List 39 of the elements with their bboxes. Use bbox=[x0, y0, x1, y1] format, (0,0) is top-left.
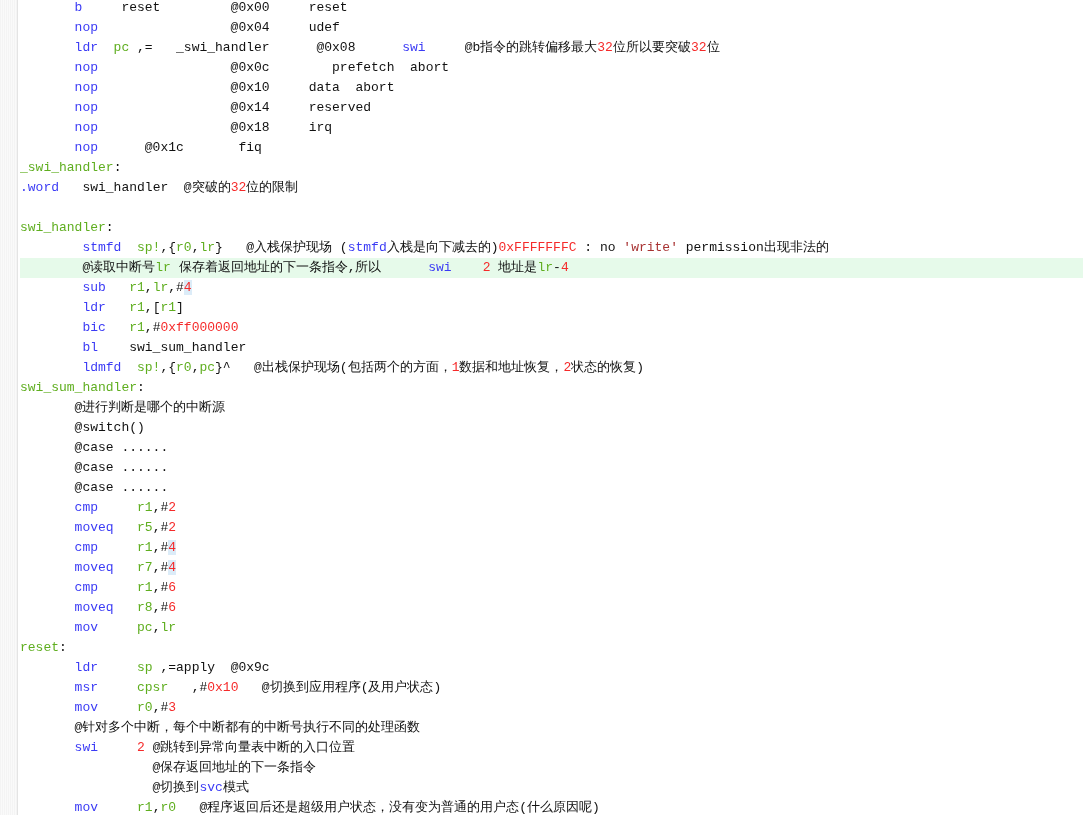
code-line: swi_sum_handler: bbox=[20, 379, 146, 397]
code-line: cmp r1,#4 bbox=[73, 539, 178, 557]
code-line: nop @0x0c prefetch abort bbox=[73, 59, 451, 77]
code-line: @case ...... bbox=[73, 439, 170, 457]
code-line: reset: bbox=[20, 639, 68, 657]
code-line: swi 2 @跳转到异常向量表中断的入口位置 bbox=[73, 739, 357, 757]
code-line: @切换到svc模式 bbox=[151, 779, 250, 797]
code-line: nop @0x04 udef bbox=[73, 19, 341, 37]
code-line: sub r1,lr,#4 bbox=[81, 279, 193, 297]
code-line: msr cpsr ,#0x10 @切换到应用程序(及用户状态) bbox=[73, 679, 443, 697]
code-line: ldmfd sp!,{r0,pc}^ @出栈保护现场(包括两个的方面，1数据和地址恢复，2状态的恢复) bbox=[81, 359, 646, 377]
code-line: bic r1,#0xff000000 bbox=[81, 319, 240, 337]
code-line: cmp r1,#2 bbox=[73, 499, 178, 517]
code-line: nop @0x14 reserved bbox=[73, 99, 373, 117]
code-line: @case ...... bbox=[73, 479, 170, 497]
code-line: @针对多个中断，每个中断都有的中断号执行不同的处理函数 bbox=[73, 719, 422, 737]
code-line: ldr r1,[r1] bbox=[81, 299, 185, 317]
code-line: swi_handler: bbox=[20, 219, 115, 237]
code-line: stmfd sp!,{r0,lr} @入栈保护现场 (stmfd入栈是向下减去的)0xFFFFFFFC : no 'write' permission出现非法的 bbox=[81, 239, 830, 257]
code-line: mov r1,r0 @程序返回后还是超级用户状态，没有变为普通的用户态(什么原因呢) bbox=[73, 799, 601, 815]
code-line: .word swi_handler @突破的32位的限制 bbox=[20, 179, 300, 197]
code-line: nop @0x18 irq bbox=[73, 119, 334, 137]
code-line: moveq r5,#2 bbox=[73, 519, 178, 537]
code-line: ldr sp ,=apply @0x9c bbox=[73, 659, 271, 677]
code-line: moveq r7,#4 bbox=[73, 559, 178, 577]
code-line: @保存返回地址的下一条指令 bbox=[151, 759, 318, 777]
code-line: mov pc,lr bbox=[73, 619, 178, 637]
code-line: cmp r1,#6 bbox=[73, 579, 178, 597]
code-line: _swi_handler: bbox=[20, 159, 123, 177]
code-line: @进行判断是哪个的中断源 bbox=[73, 399, 227, 417]
code-line: nop @0x10 data abort bbox=[73, 79, 396, 97]
code-line: moveq r8,#6 bbox=[73, 599, 178, 617]
code-line: mov r0,#3 bbox=[73, 699, 178, 717]
code-line: @case ...... bbox=[73, 459, 170, 477]
code-line: @switch() bbox=[73, 419, 146, 437]
code-line: ldr pc ,= _swi_handler @0x08 swi @b指令的跳转偏移最大32位所以要突破32位 bbox=[73, 39, 721, 57]
code-line: b reset @0x00 reset bbox=[73, 0, 349, 17]
code-line: bl swi_sum_handler bbox=[81, 339, 248, 357]
code-line: nop @0x1c fiq bbox=[73, 139, 263, 157]
